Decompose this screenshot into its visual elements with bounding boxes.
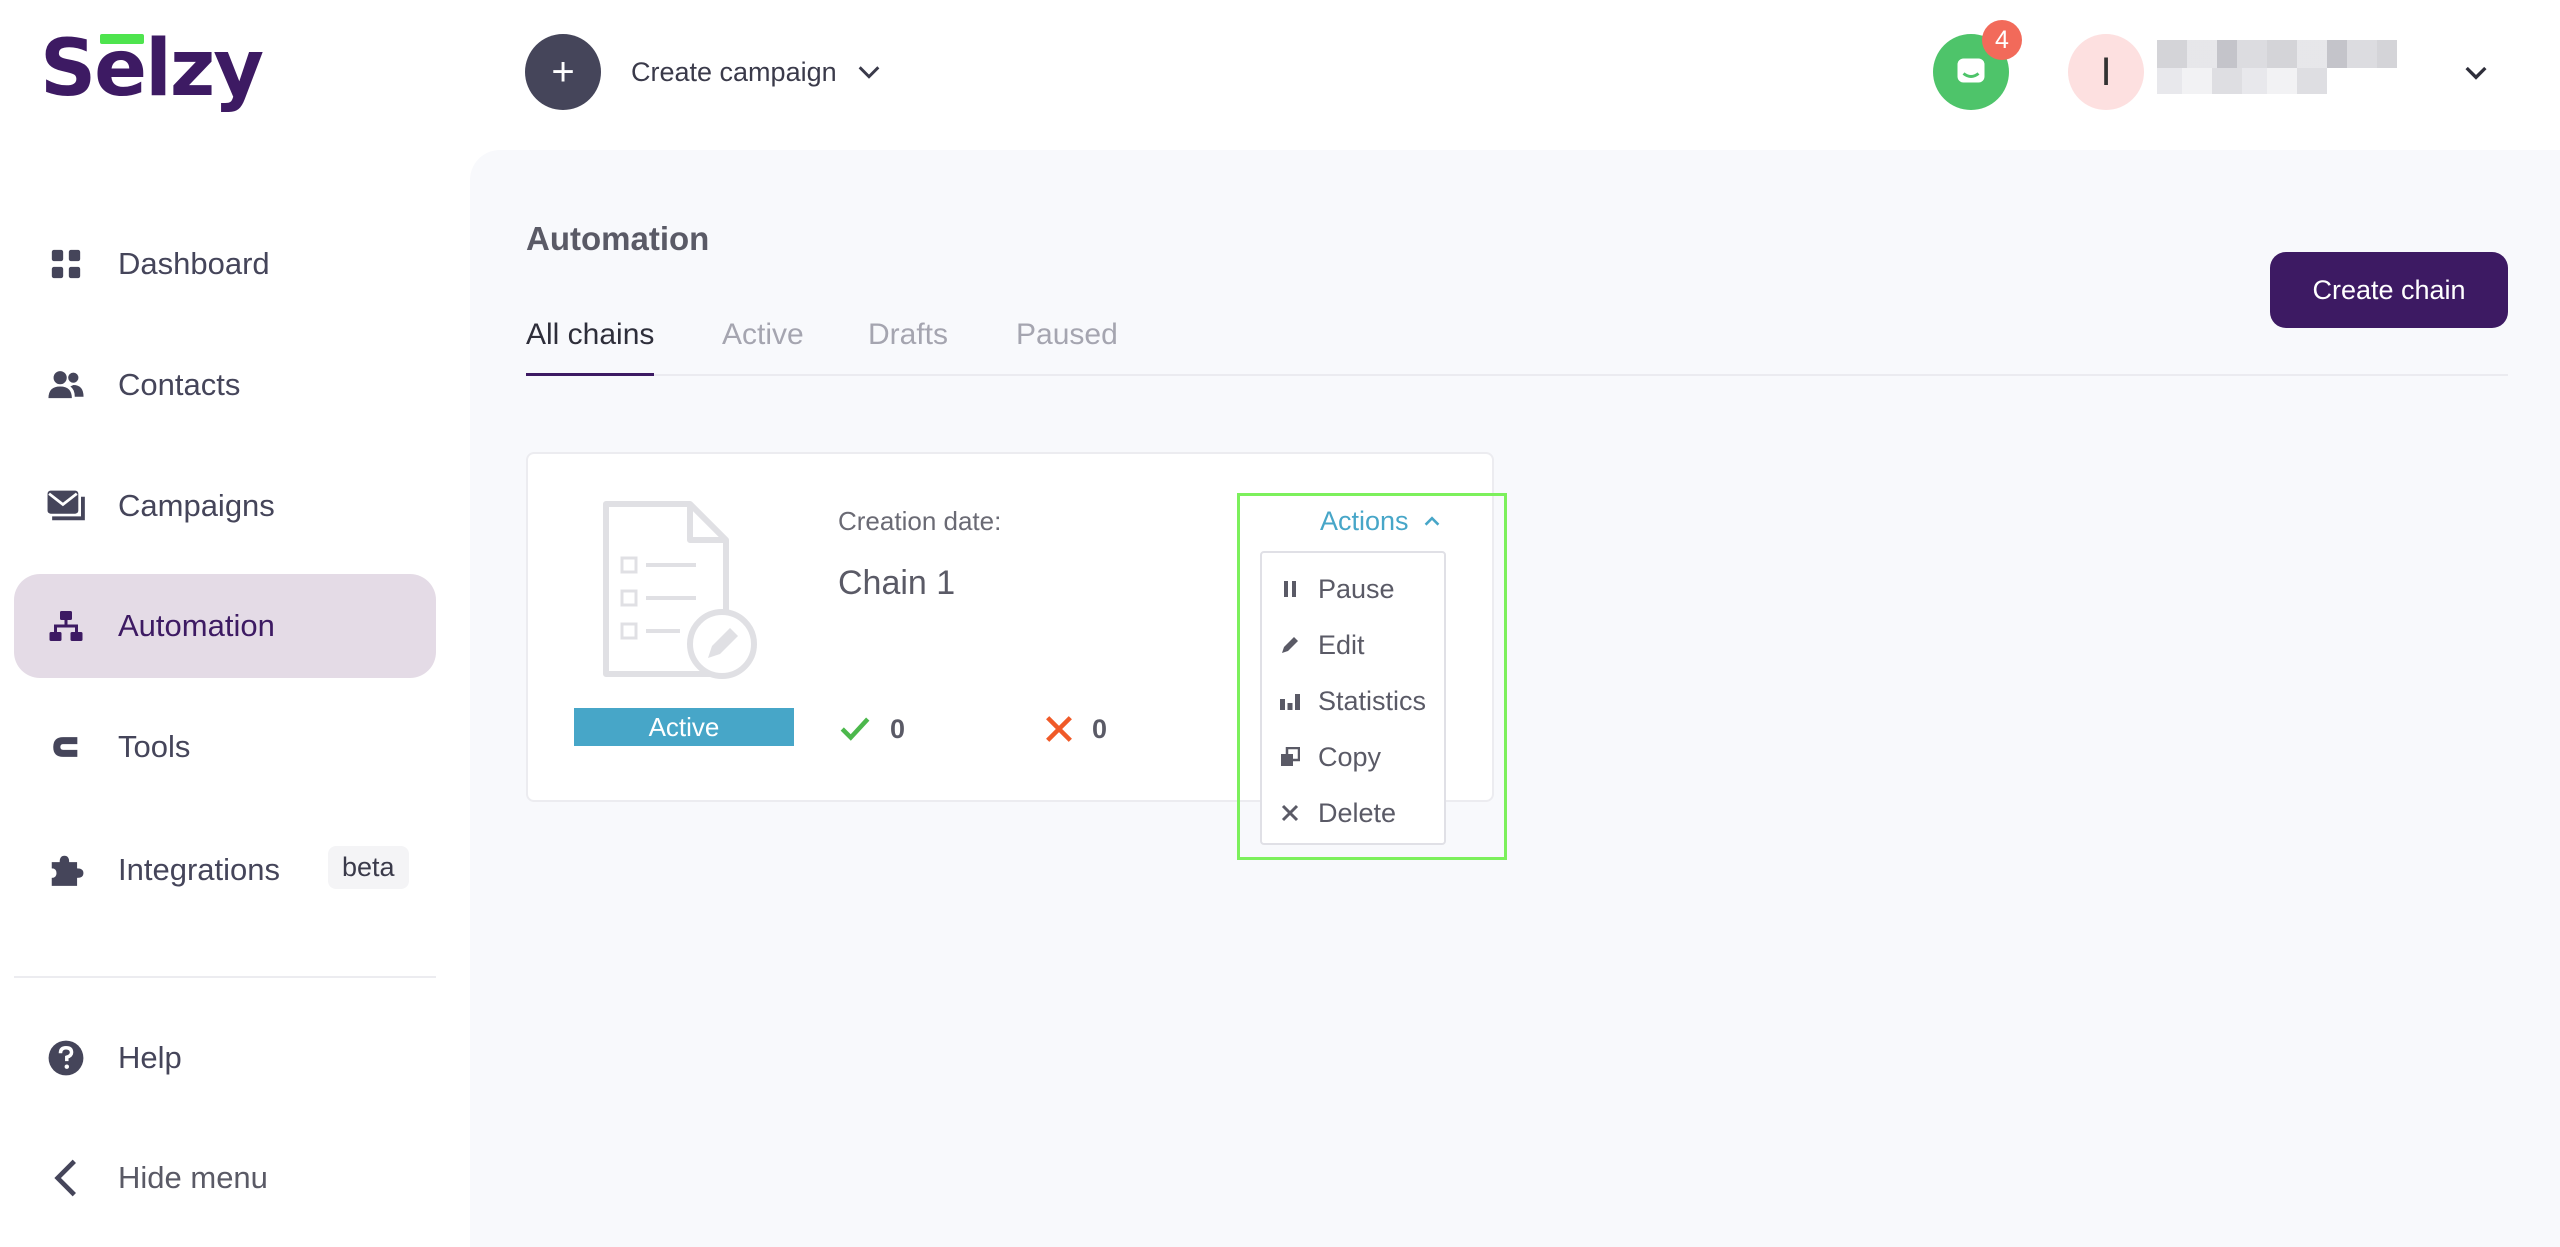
menu-item-label: Statistics [1318, 685, 1427, 716]
user-email-blur [2157, 68, 2327, 94]
actions-menu: Pause Edit Statistics Copy Delete [1260, 551, 1446, 845]
dashboard-icon [46, 244, 86, 284]
sidebar-item-label: Hide menu [118, 1160, 268, 1195]
menu-item-label: Delete [1318, 797, 1397, 828]
success-count: 0 [890, 714, 906, 744]
chevron-up-icon [1424, 516, 1439, 526]
menu-item-label: Copy [1318, 741, 1382, 772]
beta-badge: beta [328, 846, 409, 889]
chevron-left-icon [46, 1158, 86, 1198]
chain-name[interactable]: Chain 1 [838, 564, 955, 603]
sidebar-item-contacts[interactable]: Contacts [14, 333, 436, 437]
document-edit-icon [603, 501, 757, 679]
contacts-icon [46, 365, 86, 405]
top-header: Selzy + Create campaign 4 I [0, 0, 2560, 150]
chain-tabs: All chains Active Drafts Paused [526, 318, 2508, 376]
menu-item-edit[interactable]: Edit [1262, 617, 1444, 673]
bar-chart-icon [1278, 689, 1302, 713]
logo-accent-bar [100, 34, 144, 44]
tab-all-chains[interactable]: All chains [526, 318, 655, 376]
sidebar: Dashboard Contacts Campaigns Automation … [0, 150, 460, 1247]
create-campaign-label: Create campaign [631, 56, 837, 87]
sidebar-item-label: Campaigns [118, 488, 275, 523]
sidebar-item-label: Tools [118, 729, 191, 764]
main-content: Automation Create chain All chains Activ… [470, 150, 2560, 1247]
error-count: 0 [1092, 714, 1108, 744]
hide-menu-button[interactable]: Hide menu [14, 1126, 436, 1230]
create-campaign-button[interactable]: + Create campaign [525, 34, 883, 110]
puzzle-icon [46, 850, 86, 890]
menu-item-pause[interactable]: Pause [1262, 561, 1444, 617]
creation-date-label: Creation date: [838, 506, 1002, 536]
status-badge: Active [574, 708, 794, 746]
page-title: Automation [526, 220, 710, 257]
check-icon [840, 717, 870, 741]
sidebar-item-help[interactable]: Help [14, 1006, 436, 1110]
selzy-logo[interactable]: Selzy [40, 24, 264, 114]
menu-item-statistics[interactable]: Statistics [1262, 673, 1444, 729]
actions-label: Actions [1320, 505, 1409, 536]
menu-item-label: Edit [1318, 629, 1365, 660]
copy-icon [1278, 745, 1302, 769]
automation-icon [46, 606, 86, 646]
menu-item-delete[interactable]: Delete [1262, 785, 1444, 841]
sidebar-item-dashboard[interactable]: Dashboard [14, 212, 436, 316]
help-icon [46, 1038, 86, 1078]
plus-icon: + [525, 34, 601, 110]
actions-button[interactable]: Actions [1320, 504, 1443, 538]
campaigns-icon [46, 486, 86, 526]
sidebar-item-label: Help [118, 1040, 182, 1075]
pencil-icon [1278, 633, 1302, 657]
sidebar-item-label: Integrations [118, 852, 280, 887]
close-icon [1278, 801, 1302, 825]
chevron-down-icon[interactable] [2460, 56, 2492, 88]
chat-icon [1957, 58, 1985, 83]
cross-icon [1046, 716, 1072, 742]
sidebar-item-integrations[interactable]: Integrations beta [14, 818, 436, 922]
notification-badge: 4 [1982, 20, 2022, 60]
user-name-blur [2157, 40, 2397, 68]
sidebar-item-automation[interactable]: Automation [14, 574, 436, 678]
menu-item-copy[interactable]: Copy [1262, 729, 1444, 785]
create-chain-button[interactable]: Create chain [2270, 252, 2508, 328]
tab-paused[interactable]: Paused [1016, 318, 1118, 376]
sidebar-item-label: Dashboard [118, 246, 270, 281]
sidebar-divider [14, 976, 436, 978]
pause-icon [1278, 577, 1302, 601]
sidebar-item-label: Automation [118, 608, 275, 643]
chevron-down-icon [858, 66, 879, 79]
menu-item-label: Pause [1318, 573, 1395, 604]
tools-icon [46, 727, 86, 767]
sidebar-item-tools[interactable]: Tools [14, 695, 436, 799]
tab-active[interactable]: Active [722, 318, 804, 376]
user-info-blurred[interactable] [2157, 40, 2397, 96]
avatar[interactable]: I [2068, 34, 2144, 110]
sidebar-item-campaigns[interactable]: Campaigns [14, 454, 436, 558]
tab-drafts[interactable]: Drafts [868, 318, 948, 376]
sidebar-item-label: Contacts [118, 367, 241, 402]
